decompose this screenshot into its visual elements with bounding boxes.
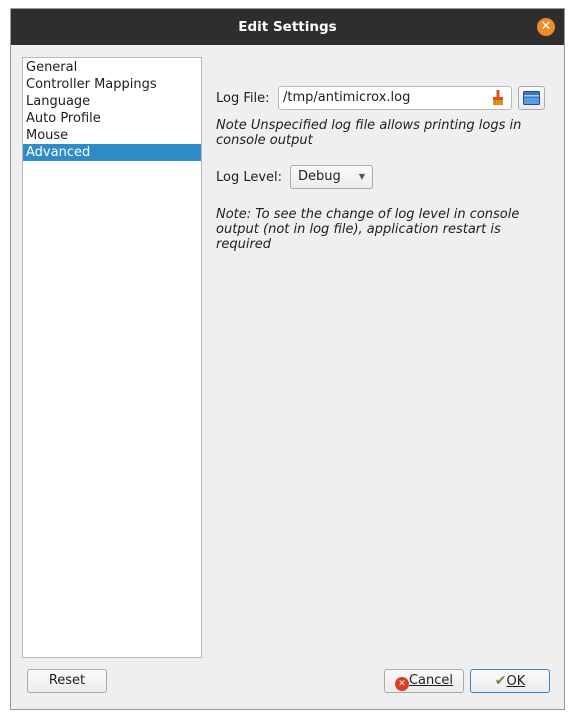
browse-folder-button[interactable] xyxy=(518,86,545,110)
log-level-note: Note: To see the change of log level in … xyxy=(216,207,520,252)
sidebar-item-general[interactable]: General xyxy=(23,59,201,76)
clear-broom-icon[interactable] xyxy=(491,90,505,114)
title-bar: Edit Settings ✕ xyxy=(11,9,564,45)
cancel-label: Cancel xyxy=(408,673,454,688)
ok-button[interactable]: ✔OK xyxy=(470,669,550,693)
ok-check-icon: ✔ xyxy=(494,673,507,689)
reset-button[interactable]: Reset xyxy=(27,669,107,693)
sidebar-item-advanced[interactable]: Advanced xyxy=(23,144,201,161)
cancel-icon: ✕ xyxy=(394,677,409,691)
log-level-label: Log Level: xyxy=(216,170,283,185)
cancel-button[interactable]: ✕ Cancel xyxy=(384,669,464,693)
settings-category-list: General Controller Mappings Language Aut… xyxy=(22,57,202,658)
window-title: Edit Settings xyxy=(238,19,337,35)
ok-label: OK xyxy=(506,674,526,689)
chevron-down-icon: ▼ xyxy=(358,172,365,181)
log-level-select[interactable]: Debug ▼ xyxy=(290,165,373,189)
log-file-label: Log File: xyxy=(216,91,270,106)
close-icon[interactable]: ✕ xyxy=(537,18,555,36)
sidebar-item-mouse[interactable]: Mouse xyxy=(23,127,201,144)
folder-icon xyxy=(523,91,540,105)
log-file-input[interactable]: /tmp/antimicrox.log xyxy=(278,86,512,110)
sidebar-item-controller-mappings[interactable]: Controller Mappings xyxy=(23,76,201,93)
log-file-value: /tmp/antimicrox.log xyxy=(283,90,411,105)
sidebar-item-language[interactable]: Language xyxy=(23,93,201,110)
log-level-value: Debug xyxy=(298,169,341,184)
sidebar-item-auto-profile[interactable]: Auto Profile xyxy=(23,110,201,127)
edit-settings-dialog: Edit Settings ✕ General Controller Mappi… xyxy=(10,8,565,710)
log-file-note: Note Unspecified log file allows printin… xyxy=(216,118,522,148)
